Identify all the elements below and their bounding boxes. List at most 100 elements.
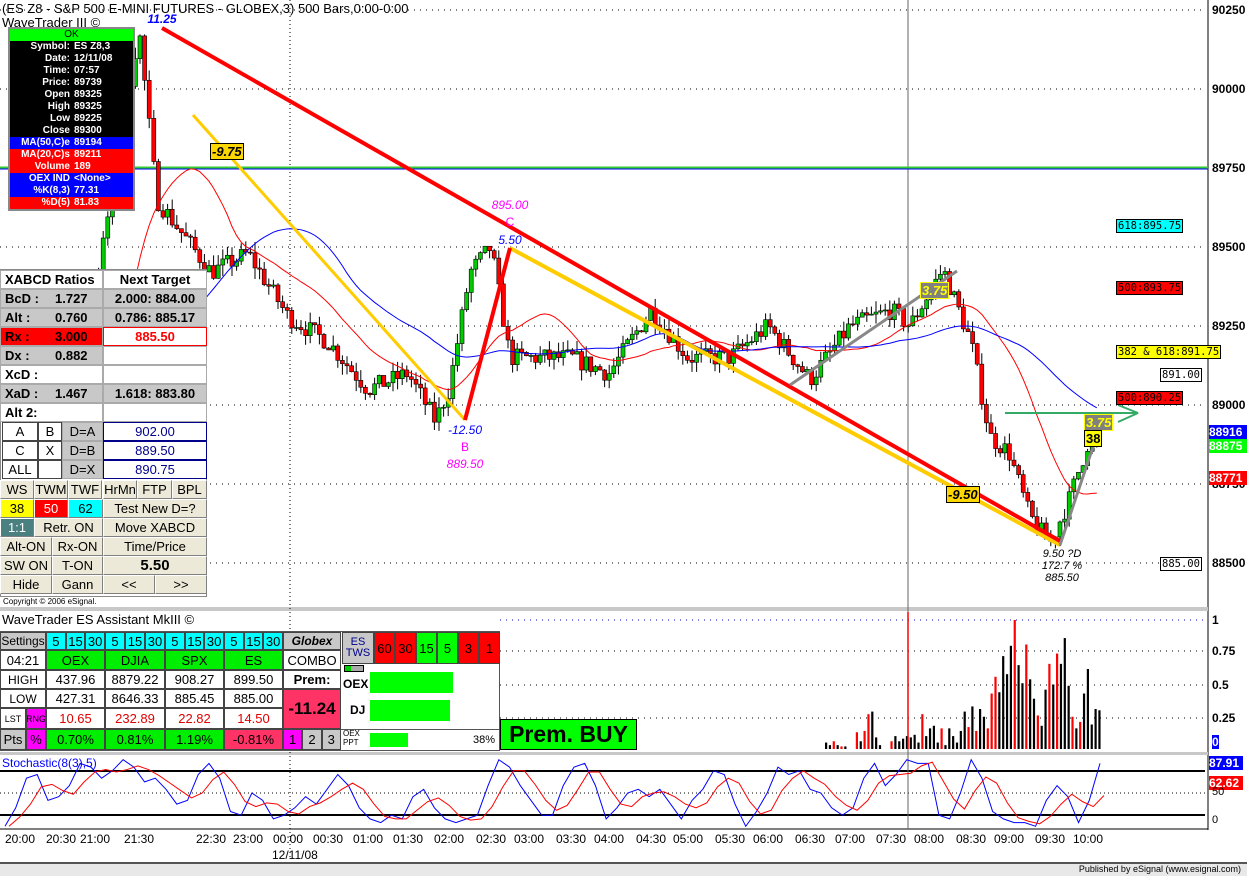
- xabcd-button-bpl[interactable]: BPL: [172, 480, 207, 499]
- period-button[interactable]: 5: [46, 632, 66, 650]
- period-button[interactable]: 30: [85, 632, 105, 650]
- info-label: Open: [44, 89, 70, 100]
- period-button[interactable]: 30: [263, 632, 283, 650]
- period-button[interactable]: 15: [184, 632, 205, 650]
- range-value: 14.50: [224, 708, 283, 729]
- xabcd-button--[interactable]: >>: [155, 575, 207, 594]
- time-axis-label: 01:30: [392, 832, 424, 846]
- xabcd-button-time-price[interactable]: Time/Price: [103, 537, 207, 556]
- volume-bar: [828, 745, 832, 749]
- candle: [169, 208, 175, 226]
- info-value: 89325: [74, 89, 102, 100]
- c-price-label: 895.00: [491, 198, 529, 212]
- xabcd-button-retr-on[interactable]: Retr. ON: [34, 518, 103, 537]
- xabcd-button-ws[interactable]: WS: [0, 480, 34, 499]
- xabcd-button-1-1[interactable]: 1:1: [0, 518, 34, 537]
- settings-button[interactable]: Settings: [0, 632, 46, 650]
- candle: [850, 323, 856, 326]
- candle: [478, 252, 483, 260]
- xabcd-button-move-xabcd[interactable]: Move XABCD: [103, 518, 207, 537]
- pts-button[interactable]: Pts: [0, 729, 26, 750]
- info-status[interactable]: OK: [10, 29, 133, 41]
- xabcd-button-t-on[interactable]: T-ON: [52, 556, 103, 575]
- page-button-1[interactable]: 1: [283, 729, 303, 750]
- candle: [188, 235, 193, 238]
- candle: [225, 254, 230, 260]
- fib-tag: 38: [1084, 430, 1103, 447]
- d-mode-button[interactable]: D=A: [62, 422, 103, 441]
- globex-label: Globex: [283, 632, 341, 650]
- info-label: OEX IND: [28, 173, 70, 184]
- info-label: Symbol:: [30, 41, 70, 52]
- xabcd-button-gann[interactable]: Gann: [52, 575, 103, 594]
- xabcd-button-hide[interactable]: Hide: [0, 575, 52, 594]
- xabcd-button-sw-on[interactable]: SW ON: [0, 556, 52, 575]
- info-value: 81.83: [74, 197, 100, 208]
- candle: [800, 366, 805, 373]
- volume-bar: [963, 711, 966, 749]
- period-button[interactable]: 30: [145, 632, 165, 650]
- period-button[interactable]: 30: [204, 632, 224, 650]
- d-mode-button[interactable]: D=X: [62, 460, 103, 479]
- d-mode-button[interactable]: D=B: [62, 441, 103, 460]
- time-axis-label: 05:30: [714, 832, 746, 846]
- xabcd-button-38[interactable]: 38: [0, 499, 34, 518]
- xabcd-button-62[interactable]: 62: [68, 499, 103, 518]
- xabcd-button-50[interactable]: 50: [34, 499, 68, 518]
- xabcd-button-ftp[interactable]: FTP: [137, 480, 172, 499]
- candle: [344, 363, 350, 367]
- xabcd-button-test-new-d-[interactable]: Test New D=?: [103, 499, 207, 518]
- page-button-3[interactable]: 3: [321, 729, 341, 750]
- mode-button-0-b[interactable]: B: [38, 422, 62, 441]
- mode-button-0-a[interactable]: A: [2, 422, 38, 441]
- mode-button-1-b[interactable]: X: [38, 441, 62, 460]
- candle: [988, 422, 994, 434]
- candle: [767, 319, 773, 328]
- period-button[interactable]: 5: [105, 632, 125, 650]
- mode-button-2-a[interactable]: ALL: [2, 460, 38, 479]
- period-button[interactable]: 15: [243, 632, 264, 650]
- cd-move-tag: -9.50: [946, 486, 980, 503]
- pct-button[interactable]: %: [26, 729, 46, 750]
- volume-axis-label: 0.25: [1212, 711, 1236, 725]
- xabcd-button-rx-on[interactable]: Rx-ON: [52, 537, 103, 556]
- date-label: 12/11/08: [272, 848, 318, 862]
- xabcd-button-5-50[interactable]: 5.50: [103, 556, 207, 575]
- candle: [261, 268, 267, 285]
- xabcd-button-twf[interactable]: TWF: [68, 480, 102, 499]
- candle: [689, 359, 695, 363]
- period-button[interactable]: 15: [65, 632, 86, 650]
- ratio-value: 0.882: [55, 348, 88, 363]
- time-axis-label: 06:30: [794, 832, 826, 846]
- xabcd-button--[interactable]: <<: [103, 575, 155, 594]
- chart-title: (ES Z8 - S&P 500 E-MINI FUTURES - GLOBEX…: [2, 1, 409, 16]
- rng-button[interactable]: RNG: [26, 708, 46, 729]
- level-tag: 891.00: [1160, 368, 1202, 382]
- mode-button-1-a[interactable]: C: [2, 441, 38, 460]
- mode-button-2-b[interactable]: [38, 460, 62, 479]
- time-axis-label: 05:00: [672, 832, 704, 846]
- candle: [248, 251, 253, 254]
- page-button-2[interactable]: 2: [302, 729, 322, 750]
- period-button[interactable]: 5: [165, 632, 185, 650]
- xabcd-button-hrmn[interactable]: HrMn: [103, 480, 137, 499]
- high-value: 899.50: [224, 670, 283, 689]
- combo-label: COMBO: [283, 650, 341, 670]
- tws-cell: 60: [374, 632, 395, 664]
- volume-bar: [1098, 710, 1101, 749]
- candle: [924, 299, 929, 310]
- target-arrow: [1005, 404, 1139, 414]
- period-button[interactable]: 5: [224, 632, 244, 650]
- last-price-tag: 88771: [1209, 471, 1247, 485]
- xabcd-button-twm[interactable]: TWM: [34, 480, 68, 499]
- candle: [1016, 465, 1021, 475]
- ppt-label: OEX PPT: [343, 729, 360, 747]
- volume-bar: [1052, 684, 1055, 749]
- volume-bar: [959, 730, 962, 749]
- volume-bar: [844, 746, 847, 749]
- xabcd-button-alt-on[interactable]: Alt-ON: [0, 537, 52, 556]
- candle: [330, 345, 336, 351]
- xabcd-leg-xa: [191, 114, 467, 421]
- period-button[interactable]: 15: [125, 632, 145, 650]
- candle: [280, 301, 285, 308]
